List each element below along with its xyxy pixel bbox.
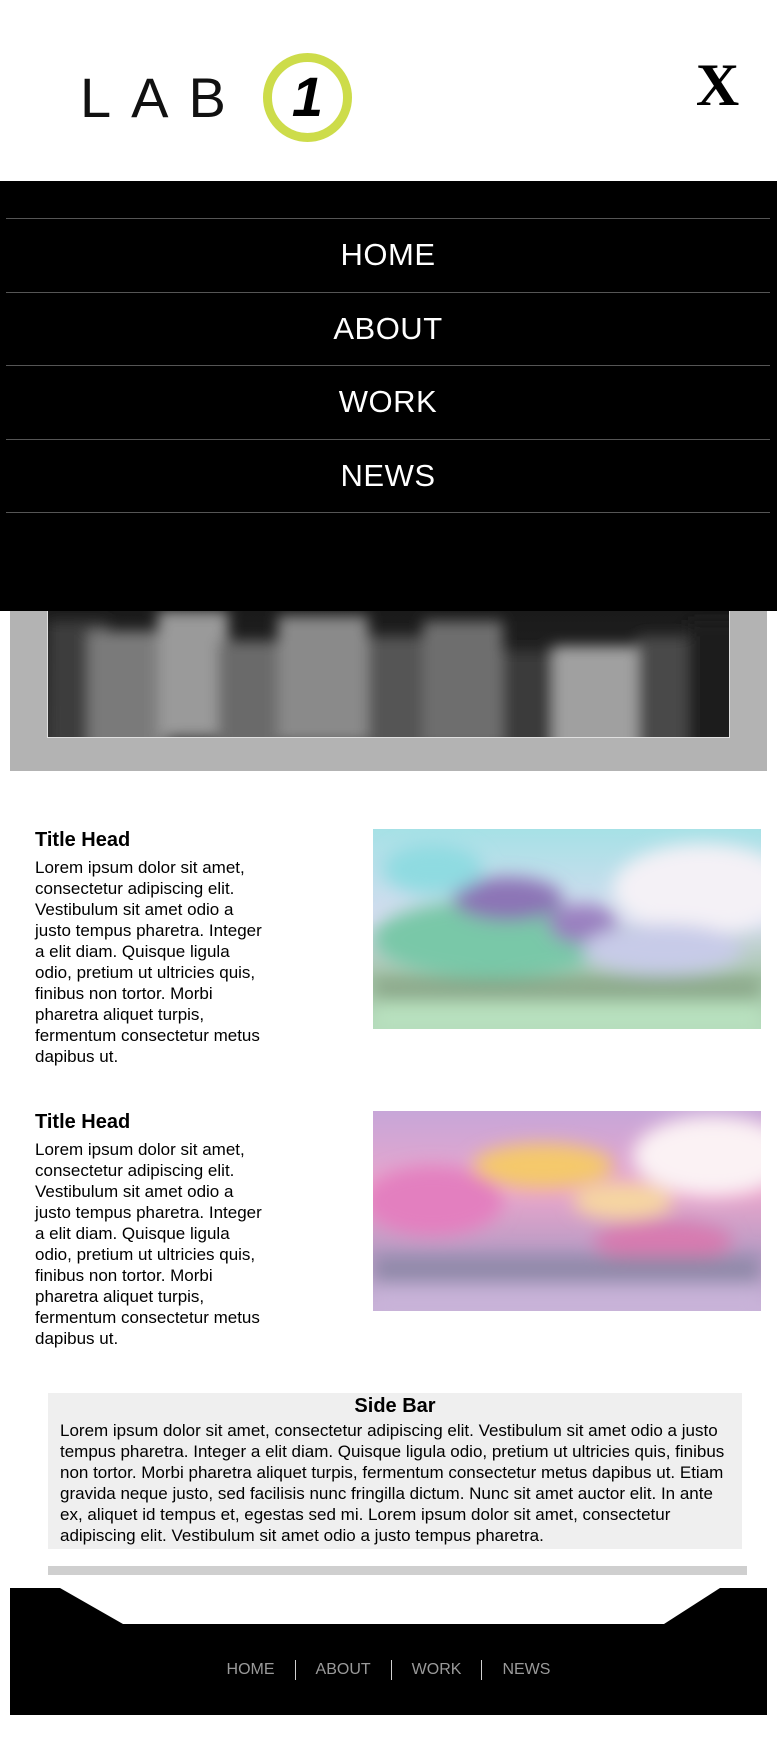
article-2: Title Head Lorem ipsum dolor sit amet, c… xyxy=(35,1110,265,1349)
article-body: Lorem ipsum dolor sit amet, consectetur … xyxy=(35,858,262,1066)
nav-list: HOME ABOUT WORK NEWS xyxy=(6,218,770,513)
footer-link-about[interactable]: ABOUT xyxy=(296,1660,391,1680)
article-1-image xyxy=(373,829,761,1029)
nav-menu: HOME ABOUT WORK NEWS xyxy=(0,181,777,611)
nav-item-about: ABOUT xyxy=(6,293,770,366)
nav-item-work: WORK xyxy=(6,366,770,440)
hero-banner xyxy=(10,611,767,771)
footer-nav: HOME ABOUT WORK NEWS xyxy=(10,1660,767,1680)
nav-link-home[interactable]: HOME xyxy=(341,237,436,273)
nav-item-home: HOME xyxy=(6,219,770,293)
hero-image xyxy=(47,611,730,738)
sidebar-divider xyxy=(48,1566,747,1575)
site-footer: HOME ABOUT WORK NEWS xyxy=(10,1588,767,1715)
close-menu-button[interactable]: X xyxy=(690,55,745,115)
logo-ring-icon: 1 xyxy=(263,53,352,142)
footer-link-work[interactable]: WORK xyxy=(392,1660,482,1680)
logo[interactable]: LAB 1 xyxy=(80,50,355,145)
sidebar-body: Lorem ipsum dolor sit amet, consectetur … xyxy=(60,1421,725,1545)
logo-text: LAB xyxy=(80,66,246,129)
logo-number: 1 xyxy=(292,65,323,128)
sidebar-title: Side Bar xyxy=(354,1395,436,1417)
hero-city-blur xyxy=(48,611,729,737)
aurora-green-image xyxy=(373,829,761,1029)
nav-link-work[interactable]: WORK xyxy=(339,384,437,420)
nav-link-news[interactable]: NEWS xyxy=(341,458,436,494)
sunset-pink-image xyxy=(373,1111,761,1311)
nav-link-about[interactable]: ABOUT xyxy=(333,311,442,347)
footer-notch-shape xyxy=(60,1588,720,1624)
article-title: Title Head xyxy=(35,829,131,851)
site-header: LAB 1 X xyxy=(0,0,777,181)
footer-link-news[interactable]: NEWS xyxy=(482,1660,570,1680)
article-title: Title Head xyxy=(35,1111,131,1133)
article-body: Lorem ipsum dolor sit amet, consectetur … xyxy=(35,1140,262,1348)
nav-item-news: NEWS xyxy=(6,440,770,513)
sidebar: Side Bar Lorem ipsum dolor sit amet, con… xyxy=(48,1393,742,1549)
article-1: Title Head Lorem ipsum dolor sit amet, c… xyxy=(35,828,265,1067)
article-2-image xyxy=(373,1111,761,1311)
footer-link-home[interactable]: HOME xyxy=(207,1660,295,1680)
